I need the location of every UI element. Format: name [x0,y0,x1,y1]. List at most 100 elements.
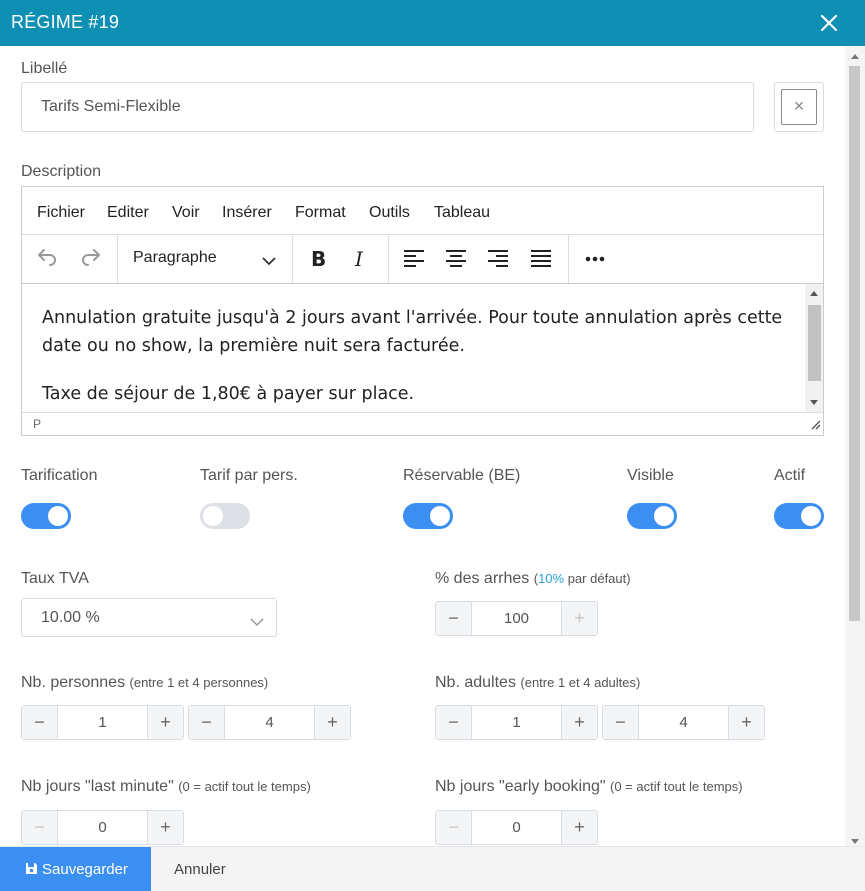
menu-fichier[interactable]: Fichier [37,204,85,222]
element-path[interactable]: P [33,417,41,431]
nb-adultes-max-increment-button[interactable]: + [728,706,764,739]
arrhes-label: % des arrhes (10% par défaut) [435,570,631,588]
tarif-par-pers-toggle[interactable] [200,503,250,529]
menu-voir[interactable]: Voir [172,204,200,222]
nb-adultes-min-increment-button[interactable]: + [561,706,597,739]
clear-libelle-button[interactable]: × [774,82,824,132]
redo-icon[interactable] [76,245,106,273]
toolbar-divider [388,235,389,283]
nb-adultes-label: Nb. adultes (entre 1 et 4 adultes) [435,674,640,692]
scroll-up-arrow-icon[interactable] [851,54,859,59]
nb-personnes-max-increment-button[interactable]: + [314,706,350,739]
last-minute-hint: (0 = actif tout le temps) [178,779,311,794]
cancel-button[interactable]: Annuler [174,861,226,878]
svg-text:I: I [354,248,364,270]
menu-outils[interactable]: Outils [369,204,410,222]
early-booking-increment-button[interactable]: + [561,811,597,844]
clear-icon: × [781,89,817,125]
nb-adultes-hint: (entre 1 et 4 adultes) [520,675,641,690]
toolbar-divider [292,235,293,283]
format-select[interactable]: Paragraphe [133,249,217,267]
menu-tableau[interactable]: Tableau [434,204,490,222]
editor-scrollbar-thumb[interactable] [808,305,821,381]
arrhes-value[interactable]: 100 [472,610,561,627]
more-icon[interactable] [580,245,610,273]
editor-scroll-up-icon[interactable] [810,291,818,296]
last-minute-label: Nb jours "last minute" (0 = actif tout l… [21,778,311,796]
save-button-label: Sauvegarder [42,861,128,878]
modal-header: RÉGIME #19 [0,0,865,46]
nb-personnes-max-value[interactable]: 4 [225,714,314,731]
nb-adultes-min-decrement-button[interactable]: − [436,706,472,739]
arrhes-decrement-button[interactable]: − [436,602,472,635]
nb-personnes-min-value[interactable]: 1 [58,714,147,731]
nb-personnes-min-decrement-button[interactable]: − [22,706,58,739]
early-booking-value[interactable]: 0 [472,819,561,836]
last-minute-decrement-button[interactable]: − [22,811,58,844]
arrhes-label-text: % des arrhes [435,570,530,587]
chevron-down-icon [250,614,264,630]
nb-personnes-max-decrement-button[interactable]: − [189,706,225,739]
nb-adultes-max-value[interactable]: 4 [639,714,728,731]
last-minute-label-text: Nb jours "last minute" [21,778,174,795]
editor-content[interactable]: Annulation gratuite jusqu'à 2 jours avan… [22,284,805,412]
taux-tva-select[interactable]: 10.00 % [21,598,277,637]
last-minute-increment-button[interactable]: + [147,811,183,844]
libelle-value: Tarifs Semi-Flexible [41,98,181,115]
save-icon [25,862,38,879]
arrhes-increment-button[interactable]: + [561,602,597,635]
toggle-knob [203,506,223,526]
actif-label: Actif [774,467,806,484]
scroll-down-arrow-icon[interactable] [851,839,859,844]
last-minute-value[interactable]: 0 [58,819,147,836]
editor-menubar: Fichier Editer Voir Insérer Format Outil… [22,187,823,235]
scrollbar-thumb[interactable] [849,66,860,621]
editor-scroll-down-icon[interactable] [810,400,818,405]
italic-icon[interactable]: I [345,245,375,273]
visible-toggle[interactable] [627,503,677,529]
editor-toolbar: Paragraphe B I [22,235,823,284]
align-center-icon[interactable] [441,245,471,273]
nb-adultes-min-stepper[interactable]: − 1 + [435,705,598,740]
chevron-down-icon[interactable] [262,253,276,269]
toggle-knob [430,506,450,526]
nb-adultes-min-value[interactable]: 1 [472,714,561,731]
align-left-icon[interactable] [399,245,429,273]
description-label: Description [21,163,102,180]
editor-statusbar: P [22,412,823,435]
taux-tva-label: Taux TVA [21,570,89,587]
modal-scrollbar[interactable] [845,46,865,846]
nb-personnes-min-increment-button[interactable]: + [147,706,183,739]
close-icon[interactable] [819,13,839,33]
align-right-icon[interactable] [483,245,513,273]
nb-adultes-label-text: Nb. adultes [435,674,516,691]
nb-adultes-max-decrement-button[interactable]: − [603,706,639,739]
undo-icon[interactable] [32,245,62,273]
toggle-knob [654,506,674,526]
toggle-knob [48,506,68,526]
menu-inserer[interactable]: Insérer [222,204,272,222]
actif-toggle[interactable] [774,503,824,529]
libelle-input[interactable]: Tarifs Semi-Flexible [21,82,754,132]
menu-editer[interactable]: Editer [107,204,149,222]
svg-text:B: B [311,248,326,270]
nb-personnes-min-stepper[interactable]: − 1 + [21,705,184,740]
libelle-label: Libellé [21,60,68,77]
nb-personnes-max-stepper[interactable]: − 4 + [188,705,351,740]
arrhes-stepper[interactable]: − 100 + [435,601,598,636]
early-booking-stepper[interactable]: − 0 + [435,810,598,845]
early-booking-decrement-button[interactable]: − [436,811,472,844]
menu-format[interactable]: Format [295,204,346,222]
last-minute-stepper[interactable]: − 0 + [21,810,184,845]
resize-handle-icon[interactable] [809,417,821,433]
reservable-toggle[interactable] [403,503,453,529]
modal-footer: Sauvegarder Annuler [0,846,865,891]
align-justify-icon[interactable] [526,245,556,273]
tarification-toggle[interactable] [21,503,71,529]
toggle-knob [801,506,821,526]
save-button[interactable]: Sauvegarder [0,847,151,891]
editor-scrollbar[interactable] [805,284,823,412]
toolbar-divider [568,235,569,283]
bold-icon[interactable]: B [303,245,333,273]
nb-adultes-max-stepper[interactable]: − 4 + [602,705,765,740]
